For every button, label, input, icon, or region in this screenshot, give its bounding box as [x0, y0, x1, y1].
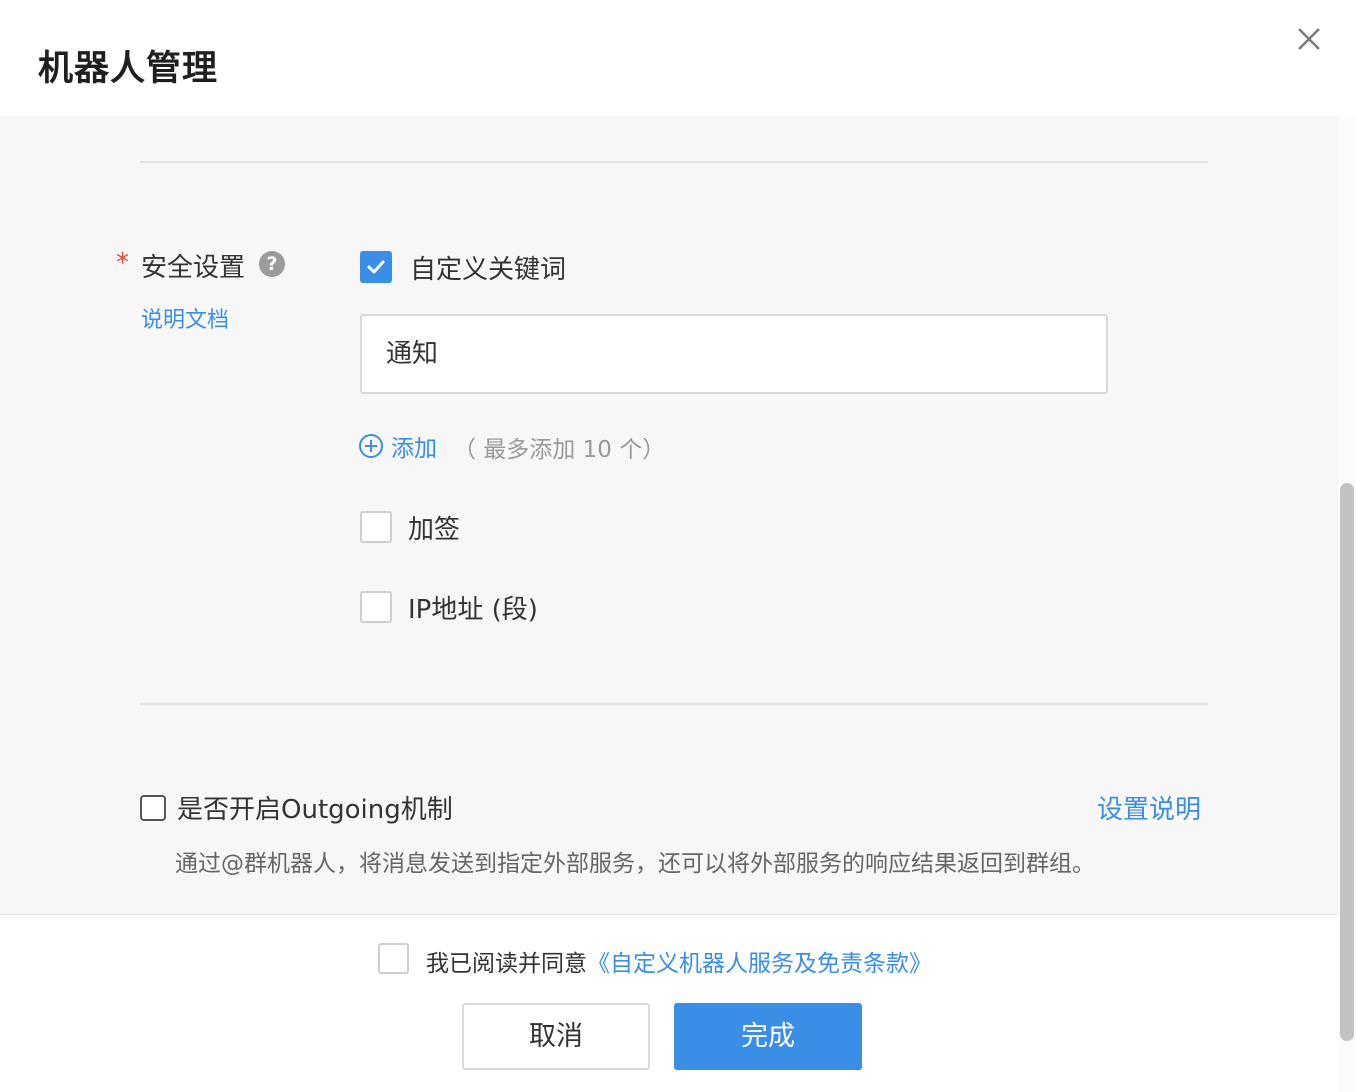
- setting-instructions-link[interactable]: 设置说明: [1097, 789, 1201, 826]
- scrollbar-thumb[interactable]: [1340, 483, 1354, 1041]
- outgoing-checkbox[interactable]: [140, 795, 166, 821]
- ip-checkbox[interactable]: [360, 591, 392, 623]
- custom-keyword-label: 自定义关键词: [410, 255, 567, 285]
- divider: [140, 703, 1208, 705]
- agree-text: 我已阅读并同意《自定义机器人服务及免责条款》: [426, 944, 932, 978]
- cancel-button[interactable]: 取消: [462, 1003, 650, 1070]
- add-keyword-hint: （ 最多添加 10 个）: [453, 437, 666, 463]
- checkmark-icon: [367, 260, 385, 274]
- sign-label: 加签: [408, 515, 461, 545]
- sign-checkbox[interactable]: [360, 511, 392, 543]
- dialog-body: * 安全设置 ? 说明文档 自定义关键词 通知 添加 （ 最多添加 10 个） …: [0, 116, 1338, 914]
- help-icon[interactable]: ?: [259, 251, 285, 277]
- keyword-input[interactable]: 通知: [360, 314, 1108, 394]
- add-keyword-label: 添加: [391, 436, 437, 462]
- terms-link[interactable]: 《自定义机器人服务及免责条款》: [587, 951, 932, 977]
- add-keyword-button[interactable]: 添加: [359, 429, 437, 463]
- doc-link[interactable]: 说明文档: [141, 302, 229, 334]
- outgoing-label: 是否开启Outgoing机制: [177, 795, 453, 825]
- done-button[interactable]: 完成: [674, 1003, 862, 1070]
- outgoing-description: 通过@群机器人，将消息发送到指定外部服务，还可以将外部服务的响应结果返回到群组。: [175, 851, 1095, 877]
- close-icon[interactable]: [1292, 22, 1326, 56]
- ip-label: IP地址 (段): [408, 595, 538, 625]
- dialog-header: 机器人管理: [0, 0, 1356, 116]
- security-settings-label: 安全设置: [141, 253, 246, 283]
- agree-prefix: 我已阅读并同意: [426, 951, 587, 977]
- dialog-footer: 我已阅读并同意《自定义机器人服务及免责条款》 取消 完成: [0, 914, 1338, 1092]
- custom-keyword-checkbox[interactable]: [360, 251, 392, 283]
- plus-circle-icon: [359, 434, 383, 458]
- dialog-title: 机器人管理: [38, 49, 219, 89]
- agree-checkbox[interactable]: [378, 943, 409, 974]
- required-mark: *: [116, 248, 129, 278]
- divider: [140, 161, 1208, 163]
